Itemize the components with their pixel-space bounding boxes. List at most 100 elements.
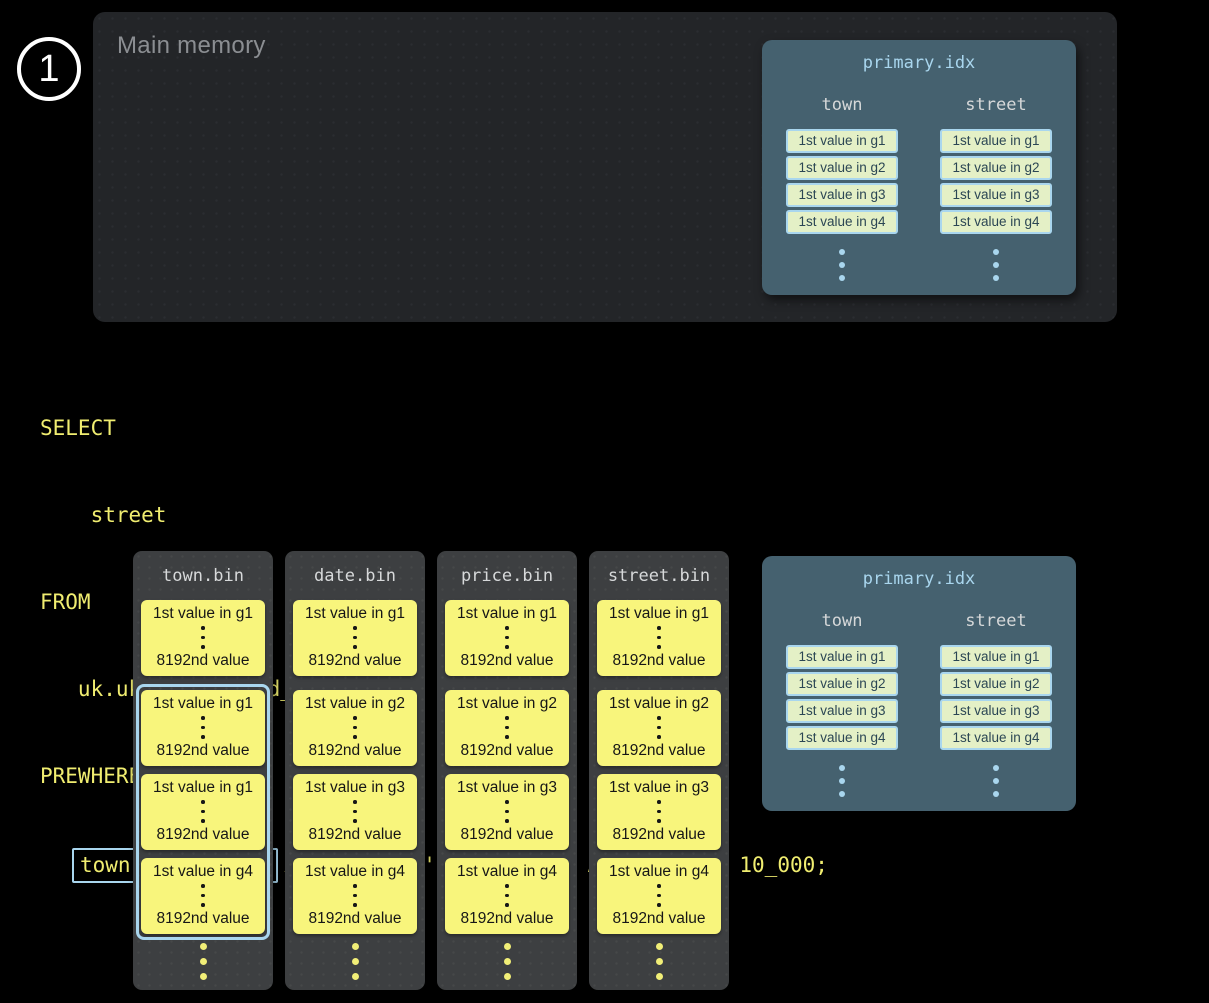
idx-column-header: street [965,611,1026,631]
ellipsis-dots [505,626,509,649]
ellipsis-dots [589,943,729,980]
diagram-canvas: 1 Main memory primary.idx town 1st value… [0,0,1209,1003]
granule-last-value: 8192nd value [612,910,705,928]
granule-first-value: 1st value in g4 [153,863,253,881]
ellipsis-dots [839,765,845,797]
idx-cell: 1st value in g4 [786,210,898,234]
idx-cell: 1st value in g2 [786,672,898,696]
granule-block: 1st value in g3 8192nd value [293,774,417,850]
granule-block: 1st value in g1 8192nd value [141,600,265,676]
ellipsis-dots [353,884,357,907]
granule-first-value: 1st value in g4 [457,863,557,881]
ellipsis-dots [993,249,999,281]
granule-last-value: 8192nd value [612,826,705,844]
primary-idx-panel-memory: primary.idx town 1st value in g1 1st val… [762,40,1076,295]
idx-cell: 1st value in g1 [940,645,1052,669]
ellipsis-dots [993,765,999,797]
granule-first-value: 1st value in g4 [305,863,405,881]
granule-first-value: 1st value in g3 [457,779,557,797]
granule-block: 1st value in g1 8192nd value [141,690,265,766]
idx-cell: 1st value in g1 [786,129,898,153]
primary-idx-title: primary.idx [863,53,976,73]
sql-line: street [40,501,828,530]
bin-column-date: date.bin 1st value in g1 8192nd value 1s… [285,551,425,990]
ellipsis-dots [353,716,357,739]
granule-last-value: 8192nd value [156,910,249,928]
granule-block: 1st value in g1 8192nd value [293,600,417,676]
ellipsis-dots [353,626,357,649]
idx-column-street: street 1st value in g1 1st value in g2 1… [940,611,1052,797]
granule-last-value: 8192nd value [460,826,553,844]
granule-first-value: 1st value in g2 [305,695,405,713]
idx-cell: 1st value in g2 [940,672,1052,696]
primary-idx-panel-disk: primary.idx town 1st value in g1 1st val… [762,556,1076,811]
granule-block: 1st value in g1 8192nd value [597,600,721,676]
ellipsis-dots [505,716,509,739]
granule-block: 1st value in g4 8192nd value [445,858,569,934]
bin-column-price: price.bin 1st value in g1 8192nd value 1… [437,551,577,990]
granule-first-value: 1st value in g4 [609,863,709,881]
granule-first-value: 1st value in g1 [305,605,405,623]
ellipsis-dots [437,943,577,980]
sql-line: SELECT [40,414,828,443]
granule-first-value: 1st value in g2 [609,695,709,713]
granule-first-value: 1st value in g2 [457,695,557,713]
main-memory-label: Main memory [117,32,266,60]
idx-cell: 1st value in g4 [940,210,1052,234]
ellipsis-dots [657,800,661,823]
bin-column-town: town.bin 1st value in g1 8192nd value 1s… [133,551,273,990]
granule-last-value: 8192nd value [612,652,705,670]
ellipsis-dots [285,943,425,980]
primary-idx-columns: town 1st value in g1 1st value in g2 1st… [786,95,1052,281]
granule-last-value: 8192nd value [460,742,553,760]
granule-first-value: 1st value in g1 [153,695,253,713]
granule-first-value: 1st value in g1 [153,605,253,623]
granule-last-value: 8192nd value [156,652,249,670]
ellipsis-dots [133,943,273,980]
granule-first-value: 1st value in g1 [153,779,253,797]
idx-column-town: town 1st value in g1 1st value in g2 1st… [786,611,898,797]
bin-title: price.bin [437,566,577,586]
idx-column-header: town [822,611,863,631]
granule-block: 1st value in g4 8192nd value [141,858,265,934]
ellipsis-dots [657,884,661,907]
granule-last-value: 8192nd value [308,910,401,928]
ellipsis-dots [839,249,845,281]
idx-column-header: street [965,95,1026,115]
idx-cell: 1st value in g3 [940,699,1052,723]
granule-first-value: 1st value in g3 [609,779,709,797]
granule-first-value: 1st value in g1 [609,605,709,623]
ellipsis-dots [505,884,509,907]
granule-last-value: 8192nd value [156,742,249,760]
idx-cell: 1st value in g3 [940,183,1052,207]
granule-last-value: 8192nd value [460,652,553,670]
idx-cell: 1st value in g1 [940,129,1052,153]
step-number-badge: 1 [17,37,81,101]
primary-idx-title: primary.idx [863,569,976,589]
step-number: 1 [38,48,59,91]
idx-cell: 1st value in g2 [940,156,1052,180]
granule-last-value: 8192nd value [156,826,249,844]
bin-title: date.bin [285,566,425,586]
granule-block: 1st value in g1 8192nd value [445,600,569,676]
ellipsis-dots [201,716,205,739]
granule-last-value: 8192nd value [612,742,705,760]
bin-title: town.bin [133,566,273,586]
granule-block: 1st value in g4 8192nd value [597,858,721,934]
ellipsis-dots [657,716,661,739]
granule-block: 1st value in g3 8192nd value [597,774,721,850]
idx-column-town: town 1st value in g1 1st value in g2 1st… [786,95,898,281]
granule-block: 1st value in g1 8192nd value [141,774,265,850]
granule-block: 1st value in g2 8192nd value [597,690,721,766]
granule-block: 1st value in g4 8192nd value [293,858,417,934]
ellipsis-dots [353,800,357,823]
idx-cell: 1st value in g3 [786,699,898,723]
granule-block: 1st value in g2 8192nd value [445,690,569,766]
idx-cell: 1st value in g3 [786,183,898,207]
primary-idx-columns: town 1st value in g1 1st value in g2 1st… [786,611,1052,797]
bin-title: street.bin [589,566,729,586]
granule-block: 1st value in g3 8192nd value [445,774,569,850]
ellipsis-dots [201,626,205,649]
granule-last-value: 8192nd value [308,826,401,844]
granule-last-value: 8192nd value [308,652,401,670]
